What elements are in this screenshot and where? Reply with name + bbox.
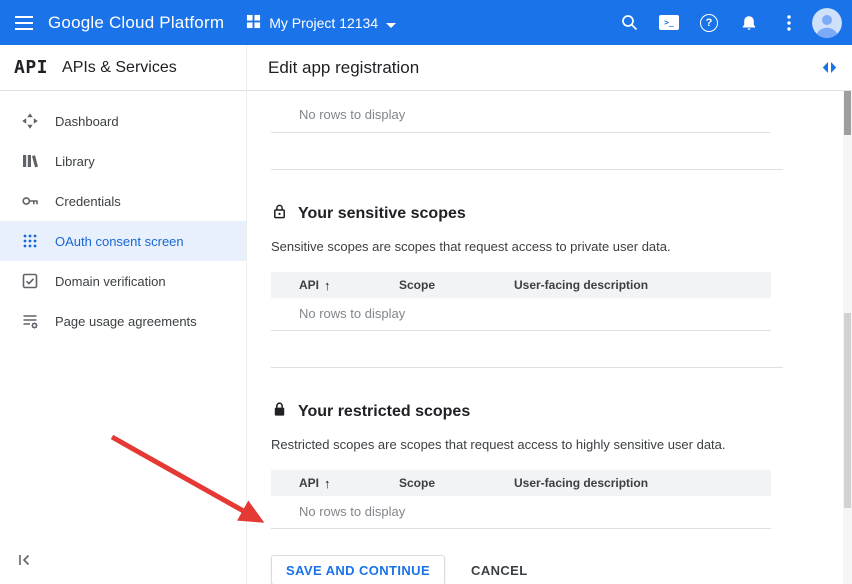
sidebar-item-library[interactable]: Library	[0, 141, 246, 181]
save-and-continue-button[interactable]: SAVE AND CONTINUE	[271, 555, 445, 584]
search-icon[interactable]	[612, 6, 646, 40]
scrollbar-thumb[interactable]	[844, 91, 851, 135]
sort-ascending-icon[interactable]: ↑	[324, 476, 331, 491]
oauth-consent-icon	[21, 232, 39, 250]
column-header-description[interactable]: User-facing description	[514, 476, 771, 490]
column-header-scope[interactable]: Scope	[399, 476, 514, 490]
scopes-table-partial: No rows to display	[271, 105, 770, 133]
section-heading: Your sensitive scopes	[298, 205, 466, 223]
column-header-scope[interactable]: Scope	[399, 278, 514, 292]
sidebar-item-label: Dashboard	[55, 114, 119, 129]
terminal-glyph: >_	[659, 15, 679, 30]
table-header-row: API ↑ Scope User-facing description	[271, 272, 771, 298]
menu-icon[interactable]	[0, 0, 48, 45]
key-icon	[21, 192, 39, 210]
lock-filled-icon	[271, 400, 288, 423]
sidebar-header: API APIs & Services	[0, 45, 246, 91]
api-logo: API	[14, 57, 48, 78]
chevron-down-icon	[386, 15, 396, 31]
avatar[interactable]	[812, 8, 842, 38]
section-description: Restricted scopes are scopes that reques…	[271, 437, 783, 452]
empty-table-message: No rows to display	[271, 496, 771, 529]
cancel-button[interactable]: CANCEL	[471, 563, 528, 578]
question-mark-glyph: ?	[700, 14, 718, 32]
sidebar-product-name: APIs & Services	[62, 59, 177, 77]
sensitive-scopes-section: Your sensitive scopes Sensitive scopes a…	[271, 202, 783, 331]
list-gear-icon	[21, 312, 39, 330]
section-heading-row: Your restricted scopes	[271, 400, 783, 423]
panel-toggle-icon[interactable]	[821, 60, 838, 75]
table-header-row: API ↑ Scope User-facing description	[271, 470, 771, 496]
column-label: API	[299, 476, 319, 490]
page-title: Edit app registration	[268, 58, 419, 78]
sidebar-nav: Dashboard Library Credentials OAuth cons…	[0, 91, 246, 341]
collapse-sidebar-icon[interactable]	[10, 546, 38, 574]
topbar: Google Cloud Platform My Project 12134 >…	[0, 0, 852, 45]
sidebar-item-domain-verification[interactable]: Domain verification	[0, 261, 246, 301]
help-icon[interactable]: ?	[692, 6, 726, 40]
project-name: My Project 12134	[269, 15, 378, 31]
cloud-shell-icon[interactable]: >_	[652, 6, 686, 40]
column-label: API	[299, 278, 319, 292]
main-header: Edit app registration	[247, 45, 852, 91]
restricted-scopes-table: API ↑ Scope User-facing description No r…	[271, 470, 771, 529]
sidebar-item-label: Page usage agreements	[55, 314, 197, 329]
form-actions: SAVE AND CONTINUE CANCEL	[271, 555, 783, 584]
library-icon	[21, 152, 39, 170]
product-title: Google Cloud Platform	[48, 13, 224, 33]
section-divider	[271, 169, 783, 170]
lock-outline-icon	[271, 202, 288, 225]
notifications-bell-icon[interactable]	[732, 6, 766, 40]
scrollbar[interactable]	[843, 91, 852, 584]
topbar-actions: >_ ?	[612, 6, 852, 40]
project-selector[interactable]: My Project 12134	[246, 14, 396, 32]
empty-table-message: No rows to display	[271, 105, 770, 133]
sensitive-scopes-table: API ↑ Scope User-facing description No r…	[271, 272, 771, 331]
sidebar-item-dashboard[interactable]: Dashboard	[0, 101, 246, 141]
column-header-api[interactable]: API ↑	[271, 278, 399, 293]
dashboard-icon	[21, 112, 39, 130]
checkbox-check-icon	[21, 272, 39, 290]
sidebar-item-label: Credentials	[55, 194, 121, 209]
sidebar: API APIs & Services Dashboard Library	[0, 45, 247, 584]
project-icon	[246, 14, 261, 32]
restricted-scopes-section: Your restricted scopes Restricted scopes…	[271, 400, 783, 529]
more-options-icon[interactable]	[772, 6, 806, 40]
column-header-description[interactable]: User-facing description	[514, 278, 771, 292]
sidebar-item-label: Library	[55, 154, 95, 169]
app-window: Google Cloud Platform My Project 12134 >…	[0, 0, 852, 584]
sidebar-item-credentials[interactable]: Credentials	[0, 181, 246, 221]
sidebar-item-page-usage-agreements[interactable]: Page usage agreements	[0, 301, 246, 341]
section-heading-row: Your sensitive scopes	[271, 202, 783, 225]
scrollbar-thumb-secondary[interactable]	[844, 313, 851, 508]
main-panel: Edit app registration No rows to display…	[247, 45, 852, 584]
form-content: No rows to display Your sensitive scopes…	[247, 91, 843, 584]
empty-table-message: No rows to display	[271, 298, 771, 331]
column-header-api[interactable]: API ↑	[271, 476, 399, 491]
section-divider	[271, 367, 783, 368]
section-heading: Your restricted scopes	[298, 403, 470, 421]
section-description: Sensitive scopes are scopes that request…	[271, 239, 783, 254]
sidebar-item-label: OAuth consent screen	[55, 234, 184, 249]
sort-ascending-icon[interactable]: ↑	[324, 278, 331, 293]
sidebar-item-oauth-consent-screen[interactable]: OAuth consent screen	[0, 221, 246, 261]
sidebar-item-label: Domain verification	[55, 274, 166, 289]
